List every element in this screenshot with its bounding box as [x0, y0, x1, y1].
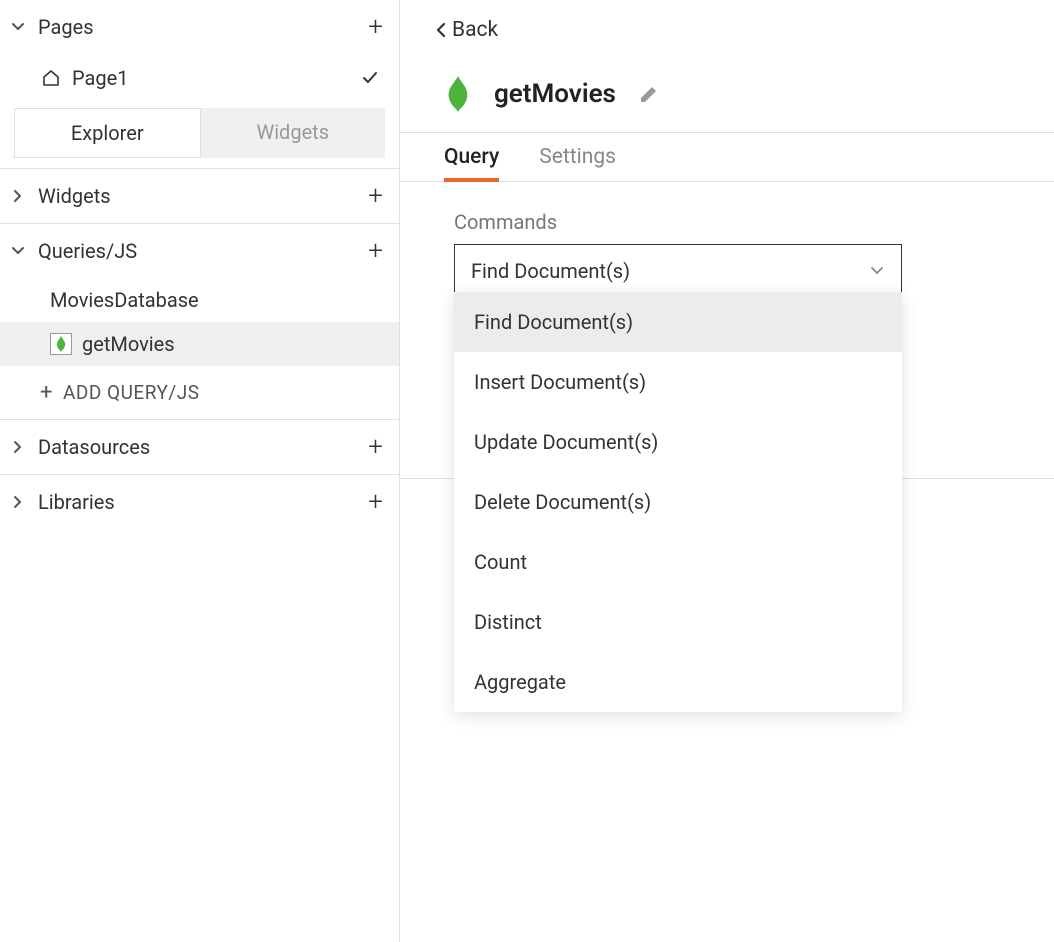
add-datasource-icon[interactable]: + — [368, 434, 383, 460]
widgets-tab[interactable]: Widgets — [201, 108, 386, 158]
add-page-icon[interactable]: + — [368, 14, 383, 40]
chevron-right-icon — [10, 494, 26, 510]
add-widget-icon[interactable]: + — [368, 183, 383, 209]
dropdown-option[interactable]: Distinct — [454, 592, 902, 652]
sidebar: Pages + Page1 Explorer Widgets Widgets + — [0, 0, 400, 942]
add-query-label: ADD QUERY/JS — [63, 381, 200, 404]
dropdown-option[interactable]: Aggregate — [454, 652, 902, 712]
widgets-section-header[interactable]: Widgets + — [0, 169, 399, 223]
add-query-icon[interactable]: + — [368, 238, 383, 264]
query-item[interactable]: getMovies — [0, 322, 399, 366]
tabs-row: Query Settings — [400, 133, 1054, 182]
datasources-section-header[interactable]: Datasources + — [0, 420, 399, 474]
dropdown-option[interactable]: Delete Document(s) — [454, 472, 902, 532]
dropdown-option[interactable]: Find Document(s) — [454, 292, 902, 352]
explorer-tab[interactable]: Explorer — [14, 108, 201, 158]
pages-section-header[interactable]: Pages + — [0, 0, 399, 54]
edit-icon[interactable] — [638, 83, 660, 105]
tab-settings[interactable]: Settings — [539, 133, 616, 181]
plus-icon: + — [40, 380, 53, 405]
dropdown-option[interactable]: Insert Document(s) — [454, 352, 902, 412]
dropdown-option[interactable]: Update Document(s) — [454, 412, 902, 472]
chevron-down-icon — [10, 243, 26, 259]
queries-label: Queries/JS — [38, 239, 137, 263]
add-library-icon[interactable]: + — [368, 489, 383, 515]
page-label: Page1 — [72, 66, 128, 90]
select-value: Find Document(s) — [471, 259, 630, 283]
tab-query[interactable]: Query — [444, 133, 499, 181]
chevron-down-icon — [10, 19, 26, 35]
dropdown-option[interactable]: Count — [454, 532, 902, 592]
query-title: getMovies — [494, 79, 616, 109]
commands-dropdown: Find Document(s) Insert Document(s) Upda… — [454, 292, 902, 712]
pages-label: Pages — [38, 15, 94, 39]
datasource-label: MoviesDatabase — [50, 288, 199, 312]
query-title-row: getMovies — [400, 52, 1054, 132]
datasource-item[interactable]: MoviesDatabase — [0, 278, 399, 322]
chevron-right-icon — [10, 188, 26, 204]
datasources-label: Datasources — [38, 435, 150, 459]
back-label: Back — [452, 18, 498, 42]
add-query-button[interactable]: + ADD QUERY/JS — [0, 366, 399, 419]
main-panel: Back getMovies Query Settings Commands F… — [400, 0, 1054, 942]
mongo-icon — [50, 333, 72, 355]
libraries-label: Libraries — [38, 490, 115, 514]
chevron-down-icon — [869, 263, 885, 279]
chevron-right-icon — [10, 439, 26, 455]
mongo-icon — [444, 76, 472, 112]
commands-label: Commands — [454, 210, 1014, 234]
back-button[interactable]: Back — [400, 0, 1054, 52]
libraries-section-header[interactable]: Libraries + — [0, 475, 399, 529]
page-item[interactable]: Page1 — [0, 54, 399, 102]
explorer-widgets-switcher: Explorer Widgets — [14, 108, 385, 158]
home-icon — [40, 67, 62, 89]
query-label: getMovies — [82, 332, 175, 356]
queries-section-header[interactable]: Queries/JS + — [0, 224, 399, 278]
chevron-left-icon — [434, 21, 448, 39]
commands-select[interactable]: Find Document(s) — [454, 244, 902, 298]
commands-section: Commands Find Document(s) Find Document(… — [400, 182, 1054, 298]
widgets-label: Widgets — [38, 184, 111, 208]
check-icon — [359, 67, 381, 89]
